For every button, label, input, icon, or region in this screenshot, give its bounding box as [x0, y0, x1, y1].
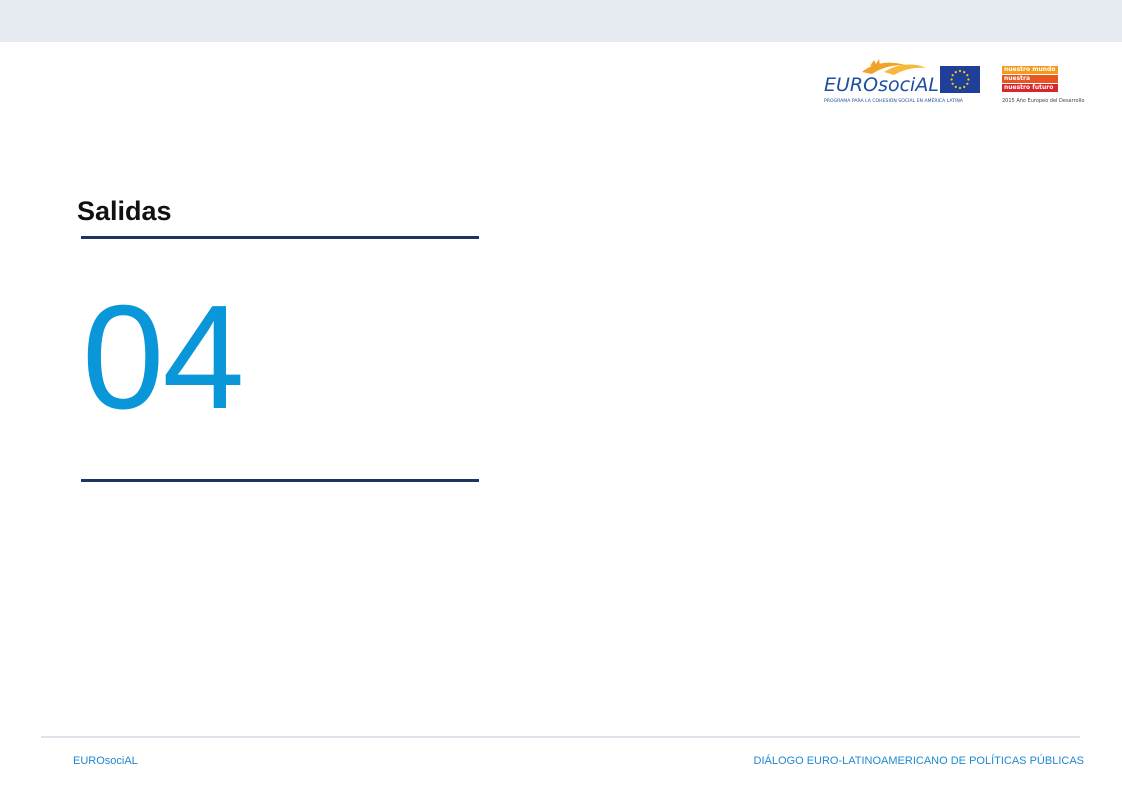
ey-line-1: nuestro mundo: [1002, 66, 1058, 74]
european-year-logo: nuestro mundo nuestra dignidad nuestro f…: [1002, 64, 1085, 108]
eurosocial-logo-tagline: PROGRAMA PARA LA COHESIÓN SOCIAL EN AMÉR…: [824, 96, 964, 104]
title-divider-top: [81, 236, 479, 239]
footer-divider: [41, 736, 1080, 738]
section-number: 04: [82, 275, 245, 440]
title-divider-bottom: [81, 479, 479, 482]
footer-program-title: DIÁLOGO EURO-LATINOAMERICANO DE POLÍTICA…: [753, 755, 1084, 767]
top-band: [0, 0, 1122, 42]
eu-flag-icon: [940, 66, 980, 93]
footer-brand: EUROsociAL: [73, 755, 138, 767]
eurosocial-logo-text: EUROsociAL: [824, 74, 939, 96]
ey-line-2: nuestra dignidad: [1002, 75, 1058, 90]
ey-line-3: nuestro futuro: [1002, 84, 1058, 92]
ey-caption: 2015 Año Europeo del Desarrollo: [1002, 98, 1085, 104]
section-title: Salidas: [77, 196, 172, 226]
